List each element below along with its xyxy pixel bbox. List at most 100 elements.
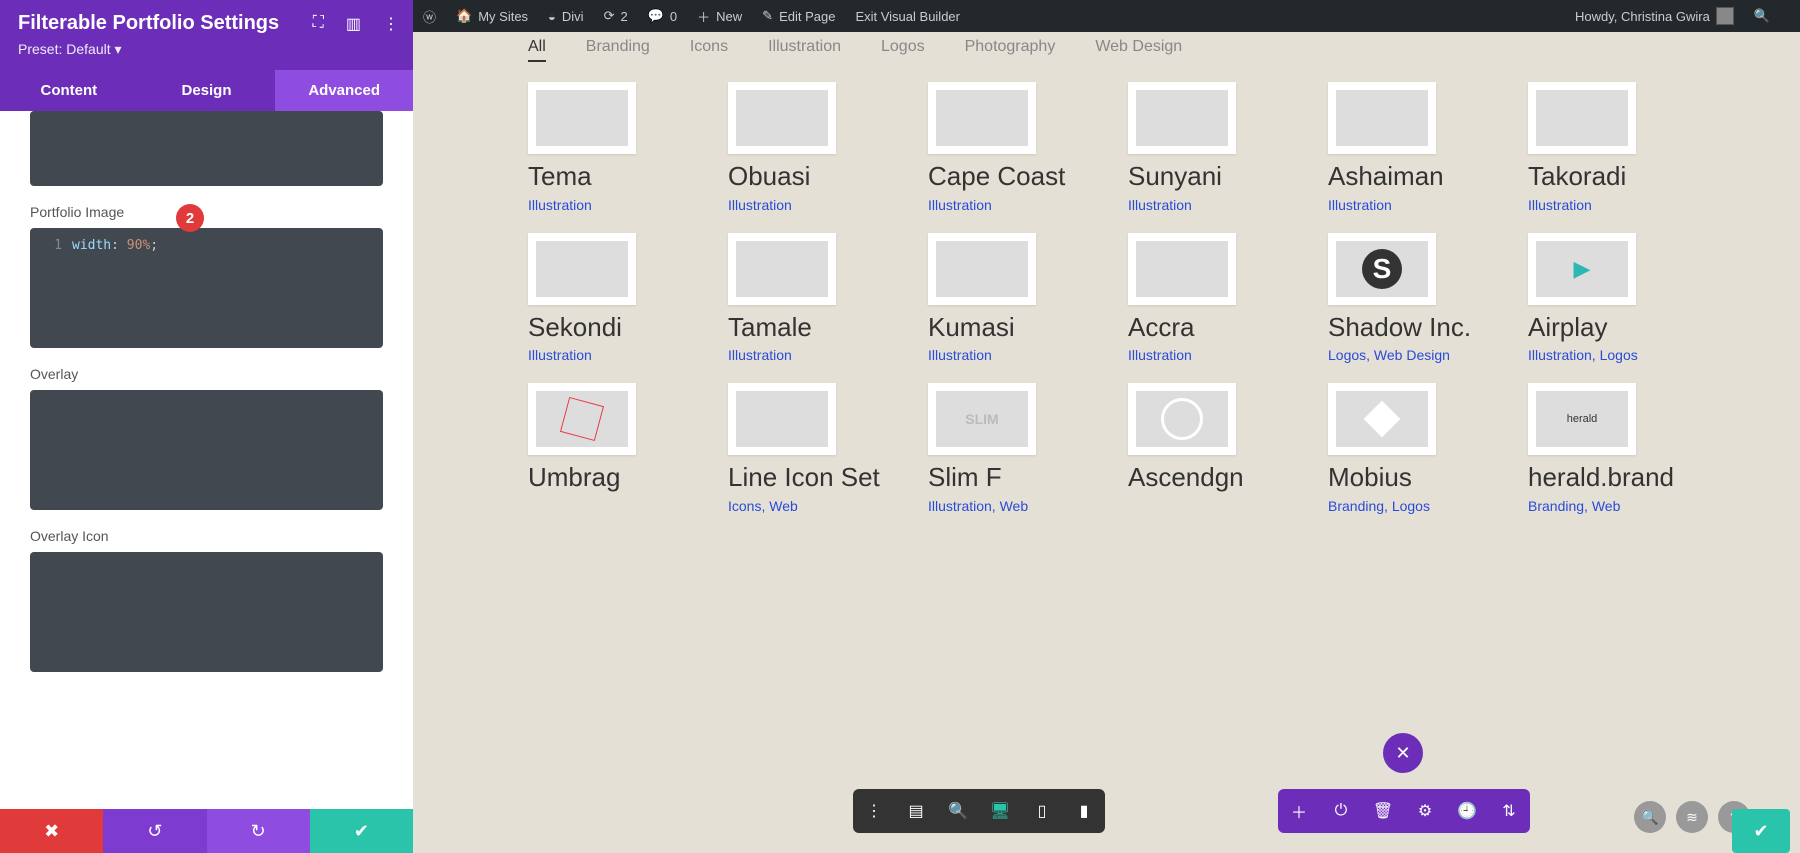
exit-vb-link[interactable]: Exit Visual Builder [855,9,960,24]
portfolio-item[interactable]: SunyaniIllustration [1128,82,1284,213]
callout-2: 2 [176,204,204,232]
portfolio-item[interactable]: herald.brandBranding, Web [1528,383,1684,514]
portfolio-item[interactable]: TamaleIllustration [728,233,884,364]
portfolio-item[interactable]: MobiusBranding, Logos [1328,383,1484,514]
portfolio-item[interactable]: Ascendgn [1128,383,1284,514]
close-fab[interactable]: ✕ [1383,733,1423,773]
thumb [728,233,836,305]
thumb [528,383,636,455]
tab-design[interactable]: Design [138,70,276,111]
cancel-button[interactable]: ✖ [0,809,103,853]
filter-webdesign[interactable]: Web Design [1095,38,1182,62]
item-title: Airplay [1528,313,1684,342]
portfolio-item[interactable]: Slim F Illustration, Web [928,383,1084,514]
gear-icon[interactable]: ⚙ [1404,801,1446,821]
thumb [1328,82,1436,154]
item-cats[interactable]: Illustration [928,197,1084,213]
portfolio-filters: All Branding Icons Illustration Logos Ph… [413,32,1800,82]
item-cats[interactable]: Icons, Web [728,498,884,514]
item-cats[interactable]: Illustration [728,347,884,363]
menu-icon[interactable]: ⋮ [853,801,895,821]
zoom-icon[interactable]: 🔍 [937,801,979,821]
avatar [1716,7,1734,25]
sort-icon[interactable]: ⇅ [1488,801,1530,821]
item-cats[interactable]: Logos, Web Design [1328,347,1484,363]
search-icon[interactable]: 🔍 [1754,8,1770,24]
save-button[interactable]: ✔ [310,809,413,853]
item-cats[interactable]: Illustration [1328,197,1484,213]
wireframe-icon[interactable]: ▤ [895,801,937,821]
item-title: Slim F [928,463,1084,492]
portfolio-item[interactable]: Airplay Illustration, Logos [1528,233,1684,364]
thumb [1128,233,1236,305]
label-overlay-icon: Overlay Icon [30,528,383,544]
item-cats[interactable]: Branding, Logos [1328,498,1484,514]
item-cats[interactable]: Illustration [1128,197,1284,213]
thumb [1528,383,1636,455]
item-cats[interactable]: Illustration [1528,197,1684,213]
portfolio-item[interactable]: TemaIllustration [528,82,684,213]
history-icon[interactable]: 🕘 [1446,801,1488,821]
item-title: Umbrag [528,463,684,492]
portfolio-item[interactable]: SekondiIllustration [528,233,684,364]
portfolio-item[interactable]: Shadow Inc. Logos, Web Design [1328,233,1484,364]
filter-logos[interactable]: Logos [881,38,925,62]
publish-button[interactable]: ✔ [1732,809,1790,853]
desktop-icon[interactable]: 🖥 [979,801,1021,821]
item-cats[interactable]: Illustration [528,347,684,363]
more-icon[interactable]: ⋮ [383,14,399,34]
wp-logo-icon[interactable]: ⓦ [423,7,436,26]
item-cats[interactable]: Illustration [1128,347,1284,363]
tablet-icon[interactable]: ▯ [1021,801,1063,821]
layers-icon[interactable]: ≋ [1676,801,1708,833]
redo-button[interactable]: ↻ [207,809,310,853]
comments-link[interactable]: 💬 0 [648,8,677,24]
divi-link[interactable]: ◒ Divi [548,9,584,24]
item-title: Shadow Inc. [1328,313,1484,342]
mysites-link[interactable]: 🏠 My Sites [456,8,528,24]
trash-icon[interactable]: 🗑 [1362,801,1404,821]
layout-icon[interactable]: ▥ [346,14,361,34]
portfolio-item[interactable]: TakoradiIllustration [1528,82,1684,213]
item-cats[interactable]: Branding, Web [1528,498,1684,514]
find-icon[interactable]: 🔍 [1634,801,1666,833]
item-cats[interactable]: Illustration, Web [928,498,1084,514]
preset-select[interactable]: Preset: Default ▾ [18,41,395,58]
tab-content[interactable]: Content [0,70,138,111]
item-cats[interactable]: Illustration, Logos [1528,347,1684,363]
filter-all[interactable]: All [528,38,546,62]
updates-link[interactable]: ⟳ 2 [604,8,628,24]
undo-button[interactable]: ↺ [103,809,206,853]
tab-advanced[interactable]: Advanced [275,70,413,111]
howdy-link[interactable]: Howdy, Christina Gwira [1575,7,1734,25]
filter-illustration[interactable]: Illustration [768,38,841,62]
css-editor-prev[interactable] [30,111,383,186]
item-cats[interactable]: Illustration [928,347,1084,363]
portfolio-item[interactable]: AshaimanIllustration [1328,82,1484,213]
portfolio-item[interactable]: Cape CoastIllustration [928,82,1084,213]
label-portfolio-image: Portfolio Image 2 [30,204,383,220]
portfolio-item[interactable]: ObuasiIllustration [728,82,884,213]
filter-icons[interactable]: Icons [690,38,728,62]
expand-icon[interactable]: ⛶ [313,14,324,34]
item-cats[interactable]: Illustration [728,197,884,213]
portfolio-item[interactable]: AccraIllustration [1128,233,1284,364]
new-link[interactable]: ＋ New [697,7,742,26]
filter-branding[interactable]: Branding [586,38,650,62]
css-editor-overlay-icon[interactable] [30,552,383,672]
wp-adminbar: ⓦ 🏠 My Sites ◒ Divi ⟳ 2 💬 0 ＋ New ✎ Edit… [413,0,1800,32]
item-cats[interactable]: Illustration [528,197,684,213]
add-icon[interactable]: ＋ [1278,799,1320,823]
filter-photography[interactable]: Photography [965,38,1056,62]
power-icon[interactable]: ⏻ [1320,802,1362,820]
item-title: Ascendgn [1128,463,1284,492]
thumb [1328,383,1436,455]
edit-page-link[interactable]: ✎ Edit Page [762,8,835,24]
portfolio-item[interactable]: Umbrag [528,383,684,514]
portfolio-item[interactable]: Line Icon SetIcons, Web [728,383,884,514]
css-editor-overlay[interactable] [30,390,383,510]
thumb [728,383,836,455]
css-editor-image[interactable]: 1width: 90%; [30,228,383,348]
phone-icon[interactable]: ▮ [1063,801,1105,821]
portfolio-item[interactable]: KumasiIllustration [928,233,1084,364]
